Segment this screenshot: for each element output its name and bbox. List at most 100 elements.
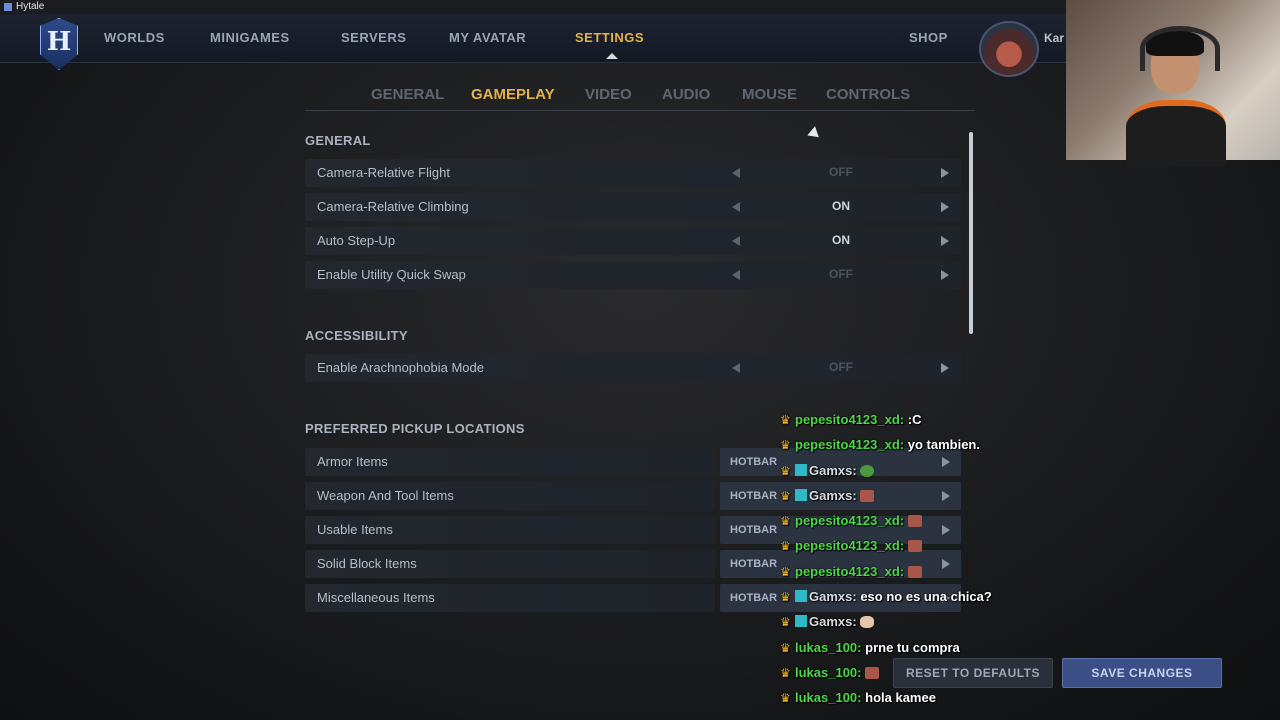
crown-badge-icon: ♛ xyxy=(780,463,791,478)
setting-row: Camera-Relative Flight OFF xyxy=(305,159,961,187)
chat-text: hola kamee xyxy=(865,690,936,706)
tab-mouse[interactable]: MOUSE xyxy=(742,86,797,103)
mod-badge-icon xyxy=(795,590,807,603)
next-option-icon[interactable] xyxy=(941,168,949,178)
pickup-value: HOTBAR xyxy=(730,490,778,502)
pickup-label: Weapon And Tool Items xyxy=(317,488,454,503)
face-emote-icon xyxy=(907,540,922,553)
tab-audio[interactable]: AUDIO xyxy=(662,86,710,103)
setting-row: Enable Utility Quick Swap OFF xyxy=(305,261,961,289)
app-icon xyxy=(4,3,12,11)
window-title: Hytale xyxy=(16,1,45,12)
next-option-icon[interactable] xyxy=(941,270,949,280)
setting-label: Camera-Relative Flight xyxy=(317,165,450,180)
crown-badge-icon: ♛ xyxy=(780,413,791,427)
mouse-cursor-icon xyxy=(807,126,823,142)
setting-label: Enable Arachnophobia Mode xyxy=(317,360,484,375)
pickup-label: Miscellaneous Items xyxy=(317,590,435,605)
previous-option-icon[interactable] xyxy=(732,363,740,373)
mod-badge-icon xyxy=(795,488,807,501)
nav-settings[interactable]: SETTINGS xyxy=(575,30,644,45)
face-emote-icon xyxy=(907,565,922,578)
face-emote-icon xyxy=(860,489,875,502)
pickup-value: HOTBAR xyxy=(730,558,778,570)
chat-text: :C xyxy=(907,412,922,427)
chat-username: pepesito4123_xd: xyxy=(795,563,905,579)
setting-label: Enable Utility Quick Swap xyxy=(317,267,466,282)
tab-general[interactable]: GENERAL xyxy=(371,86,444,103)
mod-badge-icon xyxy=(795,463,807,476)
streamer xyxy=(1126,26,1226,166)
chat-message: ♛ pepesito4123_xd: yo tambien. xyxy=(780,437,1080,462)
username: Kar xyxy=(1044,31,1065,45)
setting-value: OFF xyxy=(829,360,853,374)
frog-emote-icon xyxy=(860,464,875,477)
previous-option-icon[interactable] xyxy=(732,202,740,212)
pickup-row-label: Usable Items xyxy=(305,516,715,544)
headset-icon xyxy=(1140,26,1220,71)
streamer-webcam-overlay xyxy=(1066,0,1280,166)
mod-badge-icon xyxy=(795,615,807,628)
nav-my-avatar[interactable]: MY AVATAR xyxy=(449,30,526,45)
next-option-icon[interactable] xyxy=(941,202,949,212)
chat-username: pepesito4123_xd: xyxy=(795,412,905,427)
settings-tabs: GENERAL GAMEPLAY VIDEO AUDIO MOUSE CONTR… xyxy=(305,80,975,111)
previous-option-icon[interactable] xyxy=(732,168,740,178)
crown-badge-icon: ♛ xyxy=(780,590,791,605)
tab-controls[interactable]: CONTROLS xyxy=(826,86,910,103)
crown-badge-icon: ♛ xyxy=(780,615,791,630)
crown-badge-icon: ♛ xyxy=(780,665,791,680)
tab-video[interactable]: VIDEO xyxy=(585,86,632,103)
save-changes-button[interactable]: SAVE CHANGES xyxy=(1062,658,1222,688)
setting-value: ON xyxy=(832,199,850,213)
next-option-icon[interactable] xyxy=(941,363,949,373)
nav-worlds[interactable]: WORLDS xyxy=(104,30,165,45)
setting-value: OFF xyxy=(829,267,853,281)
crown-badge-icon: ♛ xyxy=(780,691,791,706)
pickup-row-label: Solid Block Items xyxy=(305,550,715,578)
nav-shop[interactable]: SHOP xyxy=(909,30,948,45)
settings-scrollbar[interactable] xyxy=(969,132,973,334)
pickup-row-label: Miscellaneous Items xyxy=(305,584,715,612)
chat-username: pepesito4123_xd: xyxy=(795,513,905,529)
nav-minigames[interactable]: MINIGAMES xyxy=(210,30,290,45)
pickup-row-label: Armor Items xyxy=(305,448,715,476)
chat-message: ♛ Gamxs: xyxy=(780,614,1080,639)
crown-badge-icon: ♛ xyxy=(780,640,791,655)
tab-gameplay[interactable]: GAMEPLAY xyxy=(471,86,555,103)
chat-username: lukas_100: xyxy=(795,664,862,680)
chat-username: lukas_100: xyxy=(795,639,862,655)
player-avatar[interactable] xyxy=(979,21,1039,77)
chat-message: ♛ Gamxs: xyxy=(780,463,1080,488)
pickup-label: Usable Items xyxy=(317,522,393,537)
setting-value: ON xyxy=(832,233,850,247)
chat-username: Gamxs: xyxy=(809,589,857,605)
pickup-value: HOTBAR xyxy=(730,456,778,468)
streamer-shirt xyxy=(1126,100,1226,166)
previous-option-icon[interactable] xyxy=(732,270,740,280)
previous-option-icon[interactable] xyxy=(732,236,740,246)
nav-servers[interactable]: SERVERS xyxy=(341,30,406,45)
stream-chat-overlay: ♛ pepesito4123_xd: :C ♛ pepesito4123_xd: yo… xyxy=(780,412,1080,716)
pickup-value: HOTBAR xyxy=(730,524,778,536)
next-option-icon[interactable] xyxy=(941,236,949,246)
chat-message: ♛ pepesito4123_xd: xyxy=(780,538,1080,563)
chat-username: pepesito4123_xd: xyxy=(795,437,905,453)
crown-badge-icon: ♛ xyxy=(780,539,791,554)
setting-value: OFF xyxy=(829,165,853,179)
crown-badge-icon: ♛ xyxy=(780,488,791,503)
chat-username: pepesito4123_xd: xyxy=(795,538,905,554)
crown-badge-icon: ♛ xyxy=(780,438,791,453)
chat-message: ♛ lukas_100: hola kamee xyxy=(780,690,1080,715)
setting-row: Camera-Relative Climbing ON xyxy=(305,193,961,221)
chat-username: lukas_100: xyxy=(795,690,862,706)
crown-badge-icon: ♛ xyxy=(780,564,791,579)
pickup-label: Armor Items xyxy=(317,454,388,469)
section-title-general: GENERAL xyxy=(305,133,371,148)
setting-row: Enable Arachnophobia Mode OFF xyxy=(305,354,961,382)
face-emote-icon xyxy=(907,515,922,528)
pickup-row-label: Weapon And Tool Items xyxy=(305,482,715,510)
pickup-value: HOTBAR xyxy=(730,592,778,604)
section-title-pickup: PREFERRED PICKUP LOCATIONS xyxy=(305,421,525,436)
crown-badge-icon: ♛ xyxy=(780,514,791,529)
